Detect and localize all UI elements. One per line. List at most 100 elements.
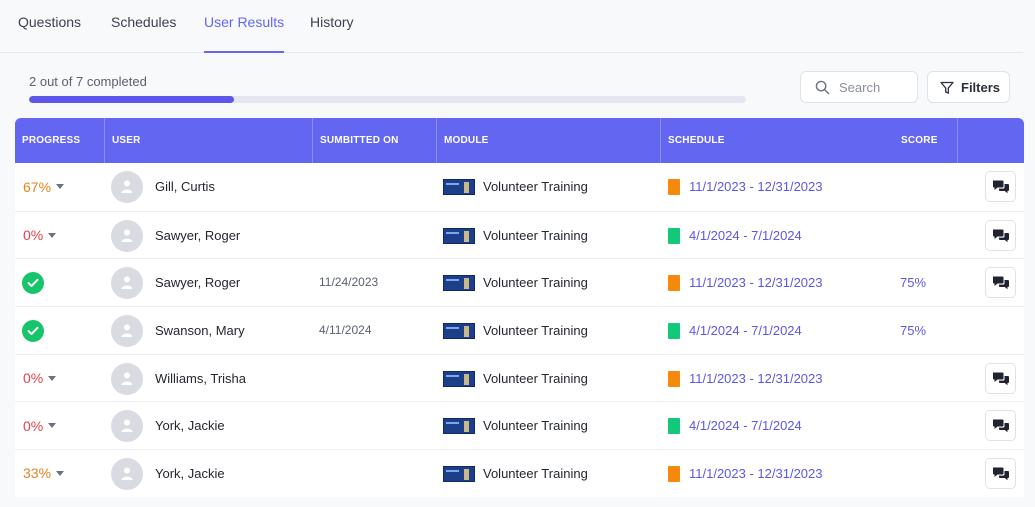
schedule-link[interactable]: 11/1/2023 - 12/31/2023	[689, 163, 823, 210]
module-name: Volunteer Training	[483, 323, 588, 339]
comments-icon	[993, 467, 1009, 481]
user-name: York, Jackie	[155, 466, 225, 482]
user-avatar-icon	[121, 229, 133, 242]
user-name: Gill, Curtis	[155, 179, 215, 194]
tab-questions[interactable]: Questions	[18, 0, 81, 52]
user-name: Sawyer, Roger	[155, 227, 241, 243]
progress-dropdown[interactable]: 33%	[23, 450, 65, 497]
user-avatar-icon	[121, 372, 133, 385]
comments-button[interactable]	[985, 410, 1016, 442]
schedule-color-swatch	[668, 179, 680, 195]
schedule-link[interactable]: 11/1/2023 - 12/31/2023	[689, 259, 823, 306]
column-header-user[interactable]: USER	[104, 118, 312, 163]
schedule-color-swatch	[668, 418, 680, 435]
module-name: Volunteer Training	[483, 418, 588, 434]
user-name: Swanson, Mary	[155, 323, 245, 339]
progress-dropdown[interactable]: 0%	[23, 355, 57, 402]
user-name: Williams, Trisha	[155, 370, 247, 386]
schedule-color-swatch	[668, 275, 680, 292]
progress-value: 0%	[23, 227, 44, 244]
tab-user-results[interactable]: User Results	[204, 0, 285, 53]
table-row[interactable]: 33% York, Jackie Volunteer Training 11/1/20…	[15, 449, 1024, 497]
schedule-link[interactable]: 11/1/2023 - 12/31/2023	[689, 355, 823, 402]
schedule-link[interactable]: 4/1/2024 - 7/1/2024	[689, 402, 802, 449]
module-thumbnail-icon	[443, 418, 475, 435]
column-header-actions	[957, 118, 1024, 163]
module-thumbnail-icon	[443, 179, 475, 195]
schedule-color-swatch	[668, 370, 680, 387]
completion-progress-bar	[29, 96, 746, 103]
user-avatar-icon	[121, 276, 133, 290]
avatar	[111, 458, 143, 491]
column-header-submitted-on[interactable]: SUMBITTED ON	[312, 118, 436, 163]
completion-progress-fill	[29, 96, 234, 103]
comments-icon	[993, 229, 1009, 242]
module-name: Volunteer Training	[483, 227, 588, 243]
progress-dropdown[interactable]: 0%	[23, 402, 57, 449]
user-name: York, Jackie	[155, 418, 225, 434]
comments-button[interactable]	[985, 171, 1016, 202]
comments-button[interactable]	[985, 219, 1016, 251]
table-row[interactable]: 0% York, Jackie Volunteer Training 4/1/2024…	[15, 401, 1024, 450]
module-name: Volunteer Training	[483, 179, 588, 194]
progress-value: 33%	[23, 465, 52, 482]
filter-icon	[940, 81, 954, 94]
module-thumbnail-icon	[443, 275, 475, 292]
progress-dropdown[interactable]: 0%	[23, 212, 57, 259]
comments-button[interactable]	[985, 267, 1016, 299]
avatar	[111, 410, 143, 443]
comments-button[interactable]	[985, 362, 1016, 394]
schedule-link[interactable]: 4/1/2024 - 7/1/2024	[689, 307, 802, 354]
search-box[interactable]	[800, 71, 918, 103]
caret-down-icon	[56, 184, 65, 190]
check-circle-icon	[22, 320, 44, 343]
progress-dropdown[interactable]: 67%	[23, 163, 65, 211]
caret-down-icon	[48, 232, 57, 238]
search-icon	[815, 80, 830, 95]
user-avatar-icon	[121, 324, 133, 338]
module-name: Volunteer Training	[483, 466, 588, 482]
schedule-link[interactable]: 11/1/2023 - 12/31/2023	[689, 450, 823, 497]
filters-button[interactable]: Filters	[927, 71, 1010, 103]
table-row[interactable]: 67% Gill, Curtis Volunteer Training 11/1/20…	[15, 163, 1024, 211]
comments-icon	[993, 419, 1009, 433]
schedule-link[interactable]: 4/1/2024 - 7/1/2024	[689, 212, 802, 259]
table-row[interactable]: Swanson, Mary 4/11/2024 Volunteer Training…	[15, 306, 1024, 354]
module-name: Volunteer Training	[483, 370, 588, 386]
table-row[interactable]: Sawyer, Roger 11/24/2023 Volunteer Trainin…	[15, 258, 1024, 307]
avatar	[111, 362, 143, 395]
user-avatar-icon	[121, 180, 133, 193]
score-value[interactable]: 75%	[900, 259, 926, 306]
filters-label: Filters	[961, 80, 1001, 95]
submitted-date: 11/24/2023	[319, 275, 379, 290]
progress-value: 0%	[23, 417, 44, 434]
schedule-color-swatch	[668, 323, 680, 340]
check-circle-icon	[22, 272, 44, 295]
column-header-score[interactable]: SCORE	[894, 118, 957, 163]
column-header-schedule[interactable]: SCHEDULE	[660, 118, 892, 163]
avatar	[111, 315, 143, 348]
module-thumbnail-icon	[443, 323, 475, 340]
tab-schedules[interactable]: Schedules	[111, 0, 176, 52]
submitted-date: 4/11/2024	[319, 323, 372, 338]
avatar	[111, 267, 143, 300]
table-header: PROGRESS USER SUMBITTED ON MODULE SCHEDU…	[15, 118, 1024, 163]
column-header-progress[interactable]: PROGRESS	[15, 118, 104, 163]
avatar	[111, 171, 143, 203]
module-name: Volunteer Training	[483, 275, 588, 291]
score-value[interactable]: 75%	[900, 307, 926, 354]
table-row[interactable]: 0% Williams, Trisha Volunteer Training 11/1…	[15, 353, 1024, 402]
table-row[interactable]: 0% Sawyer, Roger Volunteer Training 4/1/202…	[15, 210, 1024, 259]
column-header-module[interactable]: MODULE	[436, 118, 660, 163]
search-input[interactable]	[839, 78, 913, 96]
comments-icon	[993, 372, 1009, 386]
tab-history[interactable]: History	[310, 0, 354, 52]
schedule-color-swatch	[668, 227, 680, 244]
avatar	[111, 219, 143, 252]
comments-button[interactable]	[985, 458, 1016, 490]
comments-icon	[993, 180, 1009, 194]
module-thumbnail-icon	[443, 466, 475, 483]
progress-value: 0%	[23, 370, 44, 387]
caret-down-icon	[48, 375, 57, 381]
module-thumbnail-icon	[443, 370, 475, 387]
